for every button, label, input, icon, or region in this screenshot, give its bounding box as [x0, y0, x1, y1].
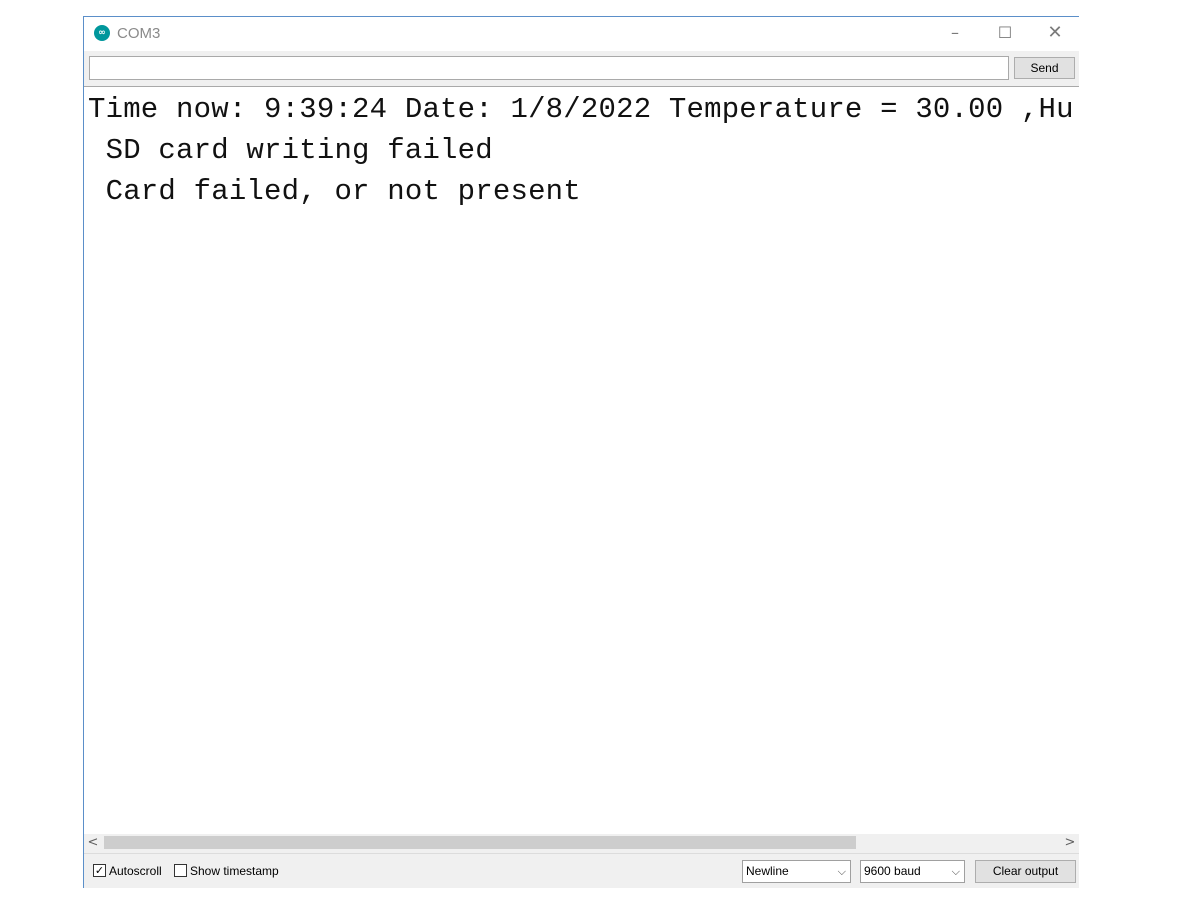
horizontal-scrollbar[interactable]: < >: [84, 834, 1079, 851]
status-bar: ✓ Autoscroll Show timestamp Newline ⌵ 960…: [84, 853, 1079, 888]
close-button[interactable]: ✕: [1030, 17, 1080, 49]
send-button[interactable]: Send: [1014, 57, 1075, 79]
minimize-button[interactable]: –: [930, 17, 980, 49]
checkbox-unchecked-icon[interactable]: [174, 864, 187, 878]
chevron-down-icon: ⌵: [951, 865, 960, 878]
output-line: SD card writing failed: [88, 134, 493, 167]
scroll-right-icon[interactable]: >: [1061, 834, 1079, 851]
chevron-down-icon: ⌵: [837, 865, 846, 878]
autoscroll-checkbox[interactable]: ✓ Autoscroll: [93, 863, 162, 878]
clear-output-button[interactable]: Clear output: [975, 860, 1076, 883]
baud-rate-select[interactable]: 9600 baud ⌵: [860, 860, 965, 883]
autoscroll-label: Autoscroll: [109, 863, 162, 878]
show-timestamp-label: Show timestamp: [190, 863, 279, 878]
output-line: Time now: 9:39:24 Date: 1/8/2022 Tempera…: [88, 93, 1074, 126]
output-line: Card failed, or not present: [88, 175, 581, 208]
maximize-button[interactable]: ☐: [980, 17, 1030, 49]
show-timestamp-checkbox[interactable]: Show timestamp: [174, 863, 279, 878]
send-bar: Send: [84, 51, 1079, 85]
serial-output-area[interactable]: Time now: 9:39:24 Date: 1/8/2022 Tempera…: [84, 86, 1079, 834]
serial-monitor-window: ∞ COM3 – ☐ ✕ Send Time now: 9:39:24 Date…: [83, 16, 1079, 888]
send-input[interactable]: [89, 56, 1009, 80]
line-ending-value: Newline: [746, 864, 789, 878]
line-ending-select[interactable]: Newline ⌵: [742, 860, 851, 883]
arduino-logo-icon: ∞: [94, 25, 110, 41]
checkbox-checked-icon[interactable]: ✓: [93, 864, 106, 878]
title-bar: ∞ COM3 – ☐ ✕: [84, 17, 1079, 51]
window-title: COM3: [117, 25, 161, 42]
scroll-left-icon[interactable]: <: [84, 834, 102, 851]
scrollbar-thumb[interactable]: [104, 836, 856, 849]
baud-rate-value: 9600 baud: [864, 864, 921, 878]
